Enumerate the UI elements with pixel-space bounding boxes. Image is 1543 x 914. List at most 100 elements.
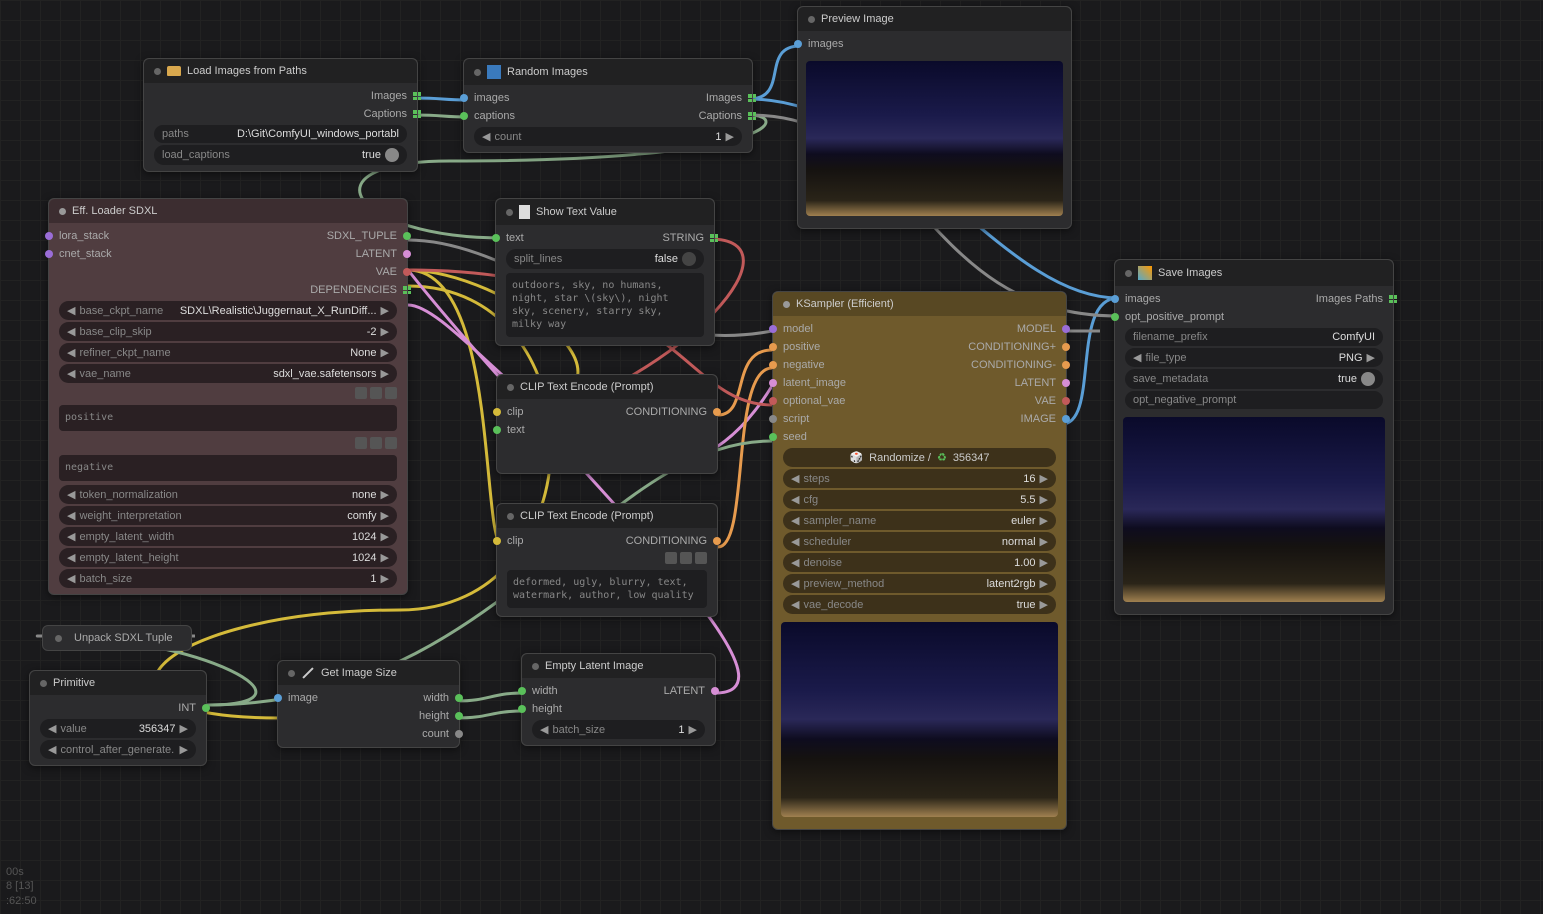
port-images-out[interactable] <box>748 94 756 102</box>
titlebar[interactable]: KSampler (Efficient) <box>773 292 1066 316</box>
port-vae-out[interactable] <box>1062 397 1070 405</box>
file-type-input[interactable]: ◀file_typePNG▶ <box>1125 348 1383 367</box>
batch-size-input[interactable]: ◀batch_size1▶ <box>532 720 705 739</box>
port-images-in[interactable] <box>460 94 468 102</box>
port-width-in[interactable] <box>518 687 526 695</box>
preview-method-input[interactable]: ◀preview_methodlatent2rgb▶ <box>783 574 1056 593</box>
base-ckpt-input[interactable]: ◀base_ckpt_nameSDXL\Realistic\Juggernaut… <box>59 301 397 320</box>
titlebar[interactable]: Preview Image <box>798 7 1071 31</box>
negative-textarea[interactable]: negative <box>59 455 397 481</box>
filename-prefix-input[interactable]: filename_prefixComfyUI <box>1125 328 1383 346</box>
node-get-image-size[interactable]: Get Image Size imagewidth height count <box>277 660 460 748</box>
port-images-in[interactable] <box>1111 295 1119 303</box>
port-model-out[interactable] <box>1062 325 1070 333</box>
load-captions-toggle[interactable]: load_captionstrue <box>154 145 407 165</box>
vae-decode-input[interactable]: ◀vae_decodetrue▶ <box>783 595 1056 614</box>
port-latent-in[interactable] <box>769 379 777 387</box>
port-images[interactable] <box>413 92 421 100</box>
latent-height-input[interactable]: ◀empty_latent_height1024▶ <box>59 548 397 567</box>
negative-text[interactable]: deformed, ugly, blurry, text, watermark,… <box>507 570 707 608</box>
titlebar[interactable]: CLIP Text Encode (Prompt) <box>497 504 717 528</box>
neg-prompt-input[interactable]: opt_negative_prompt <box>1125 391 1383 409</box>
vae-name-input[interactable]: ◀vae_namesdxl_vae.safetensors▶ <box>59 364 397 383</box>
titlebar[interactable]: Eff. Loader SDXL <box>49 199 407 223</box>
port-image-out[interactable] <box>1062 415 1070 423</box>
port-image-in[interactable] <box>274 694 282 702</box>
split-lines-toggle[interactable]: split_linesfalse <box>506 249 704 269</box>
port-seed-in[interactable] <box>769 433 777 441</box>
port-count-out[interactable] <box>455 730 463 738</box>
port-captions-out[interactable] <box>748 112 756 120</box>
port-width-out[interactable] <box>455 694 463 702</box>
seed-control[interactable]: 🎲Randomize /♻356347 <box>783 448 1056 467</box>
titlebar[interactable]: Load Images from Paths <box>144 59 417 83</box>
paths-input[interactable]: pathsD:\Git\ComfyUI_windows_portabl <box>154 125 407 143</box>
titlebar[interactable]: Random Images <box>464 59 752 85</box>
sampler-input[interactable]: ◀sampler_nameeuler▶ <box>783 511 1056 530</box>
denoise-input[interactable]: ◀denoise1.00▶ <box>783 553 1056 572</box>
titlebar[interactable]: Show Text Value <box>496 199 714 225</box>
node-preview-image[interactable]: Preview Image images <box>797 6 1072 229</box>
count-input[interactable]: ◀count1▶ <box>474 127 742 146</box>
port-height-in[interactable] <box>518 705 526 713</box>
port-vae-in[interactable] <box>769 397 777 405</box>
node-eff-loader-sdxl[interactable]: Eff. Loader SDXL lora_stackSDXL_TUPLE cn… <box>48 198 408 595</box>
refiner-ckpt-input[interactable]: ◀refiner_ckpt_nameNone▶ <box>59 343 397 362</box>
clip-skip-input[interactable]: ◀base_clip_skip-2▶ <box>59 322 397 341</box>
positive-textarea[interactable]: positive <box>59 405 397 431</box>
save-metadata-toggle[interactable]: save_metadatatrue <box>1125 369 1383 389</box>
port-cond-plus-out[interactable] <box>1062 343 1070 351</box>
port-height-out[interactable] <box>455 712 463 720</box>
titlebar[interactable]: Primitive <box>30 671 206 695</box>
port-images-in[interactable] <box>794 40 802 48</box>
node-ksampler[interactable]: KSampler (Efficient) modelMODEL positive… <box>772 291 1067 830</box>
node-clip-encode-positive[interactable]: CLIP Text Encode (Prompt) clipCONDITIONI… <box>496 374 718 474</box>
port-deps[interactable] <box>403 286 411 294</box>
node-save-images[interactable]: Save Images imagesImages Paths opt_posit… <box>1114 259 1394 615</box>
port-latent-out[interactable] <box>711 687 719 695</box>
port-latent-out[interactable] <box>1062 379 1070 387</box>
scheduler-input[interactable]: ◀schedulernormal▶ <box>783 532 1056 551</box>
port-captions[interactable] <box>413 110 421 118</box>
node-clip-encode-negative[interactable]: CLIP Text Encode (Prompt) clipCONDITIONI… <box>496 503 718 617</box>
port-sdxl-tuple[interactable] <box>403 232 411 240</box>
port-string-out[interactable] <box>710 234 718 242</box>
cfg-input[interactable]: ◀cfg5.5▶ <box>783 490 1056 509</box>
port-int-out[interactable] <box>202 704 210 712</box>
titlebar[interactable]: Save Images <box>1115 260 1393 286</box>
node-show-text[interactable]: Show Text Value textSTRING split_linesfa… <box>495 198 715 346</box>
port-vae[interactable] <box>403 268 411 276</box>
port-script-in[interactable] <box>769 415 777 423</box>
port-latent[interactable] <box>403 250 411 258</box>
node-primitive[interactable]: Primitive INT ◀value356347▶ ◀control_aft… <box>29 670 207 766</box>
value-input[interactable]: ◀value356347▶ <box>40 719 196 738</box>
port-negative-in[interactable] <box>769 361 777 369</box>
weight-interp-input[interactable]: ◀weight_interpretationcomfy▶ <box>59 506 397 525</box>
port-cond-out[interactable] <box>713 537 721 545</box>
node-unpack-sdxl[interactable]: Unpack SDXL Tuple <box>42 625 192 651</box>
port-clip-in[interactable] <box>493 408 501 416</box>
latent-width-input[interactable]: ◀empty_latent_width1024▶ <box>59 527 397 546</box>
node-random-images[interactable]: Random Images imagesImages captionsCapti… <box>463 58 753 153</box>
titlebar[interactable]: Get Image Size <box>278 661 459 685</box>
port-lora-stack[interactable] <box>45 232 53 240</box>
token-norm-input[interactable]: ◀token_normalizationnone▶ <box>59 485 397 504</box>
port-cond-minus-out[interactable] <box>1062 361 1070 369</box>
steps-input[interactable]: ◀steps16▶ <box>783 469 1056 488</box>
control-input[interactable]: ◀control_after_generate.▶ <box>40 740 196 759</box>
port-clip-in[interactable] <box>493 537 501 545</box>
port-text-in[interactable] <box>493 426 501 434</box>
port-prompt-in[interactable] <box>1111 313 1119 321</box>
port-captions-in[interactable] <box>460 112 468 120</box>
port-text-in[interactable] <box>492 234 500 242</box>
port-cond-out[interactable] <box>713 408 721 416</box>
batch-size-input[interactable]: ◀batch_size1▶ <box>59 569 397 588</box>
port-cnet-stack[interactable] <box>45 250 53 258</box>
titlebar[interactable]: CLIP Text Encode (Prompt) <box>497 375 717 399</box>
node-empty-latent[interactable]: Empty Latent Image widthLATENT height ◀b… <box>521 653 716 746</box>
port-paths-out[interactable] <box>1389 295 1397 303</box>
titlebar[interactable]: Empty Latent Image <box>522 654 715 678</box>
port-positive-in[interactable] <box>769 343 777 351</box>
port-model-in[interactable] <box>769 325 777 333</box>
node-load-images[interactable]: Load Images from Paths Images Captions p… <box>143 58 418 172</box>
